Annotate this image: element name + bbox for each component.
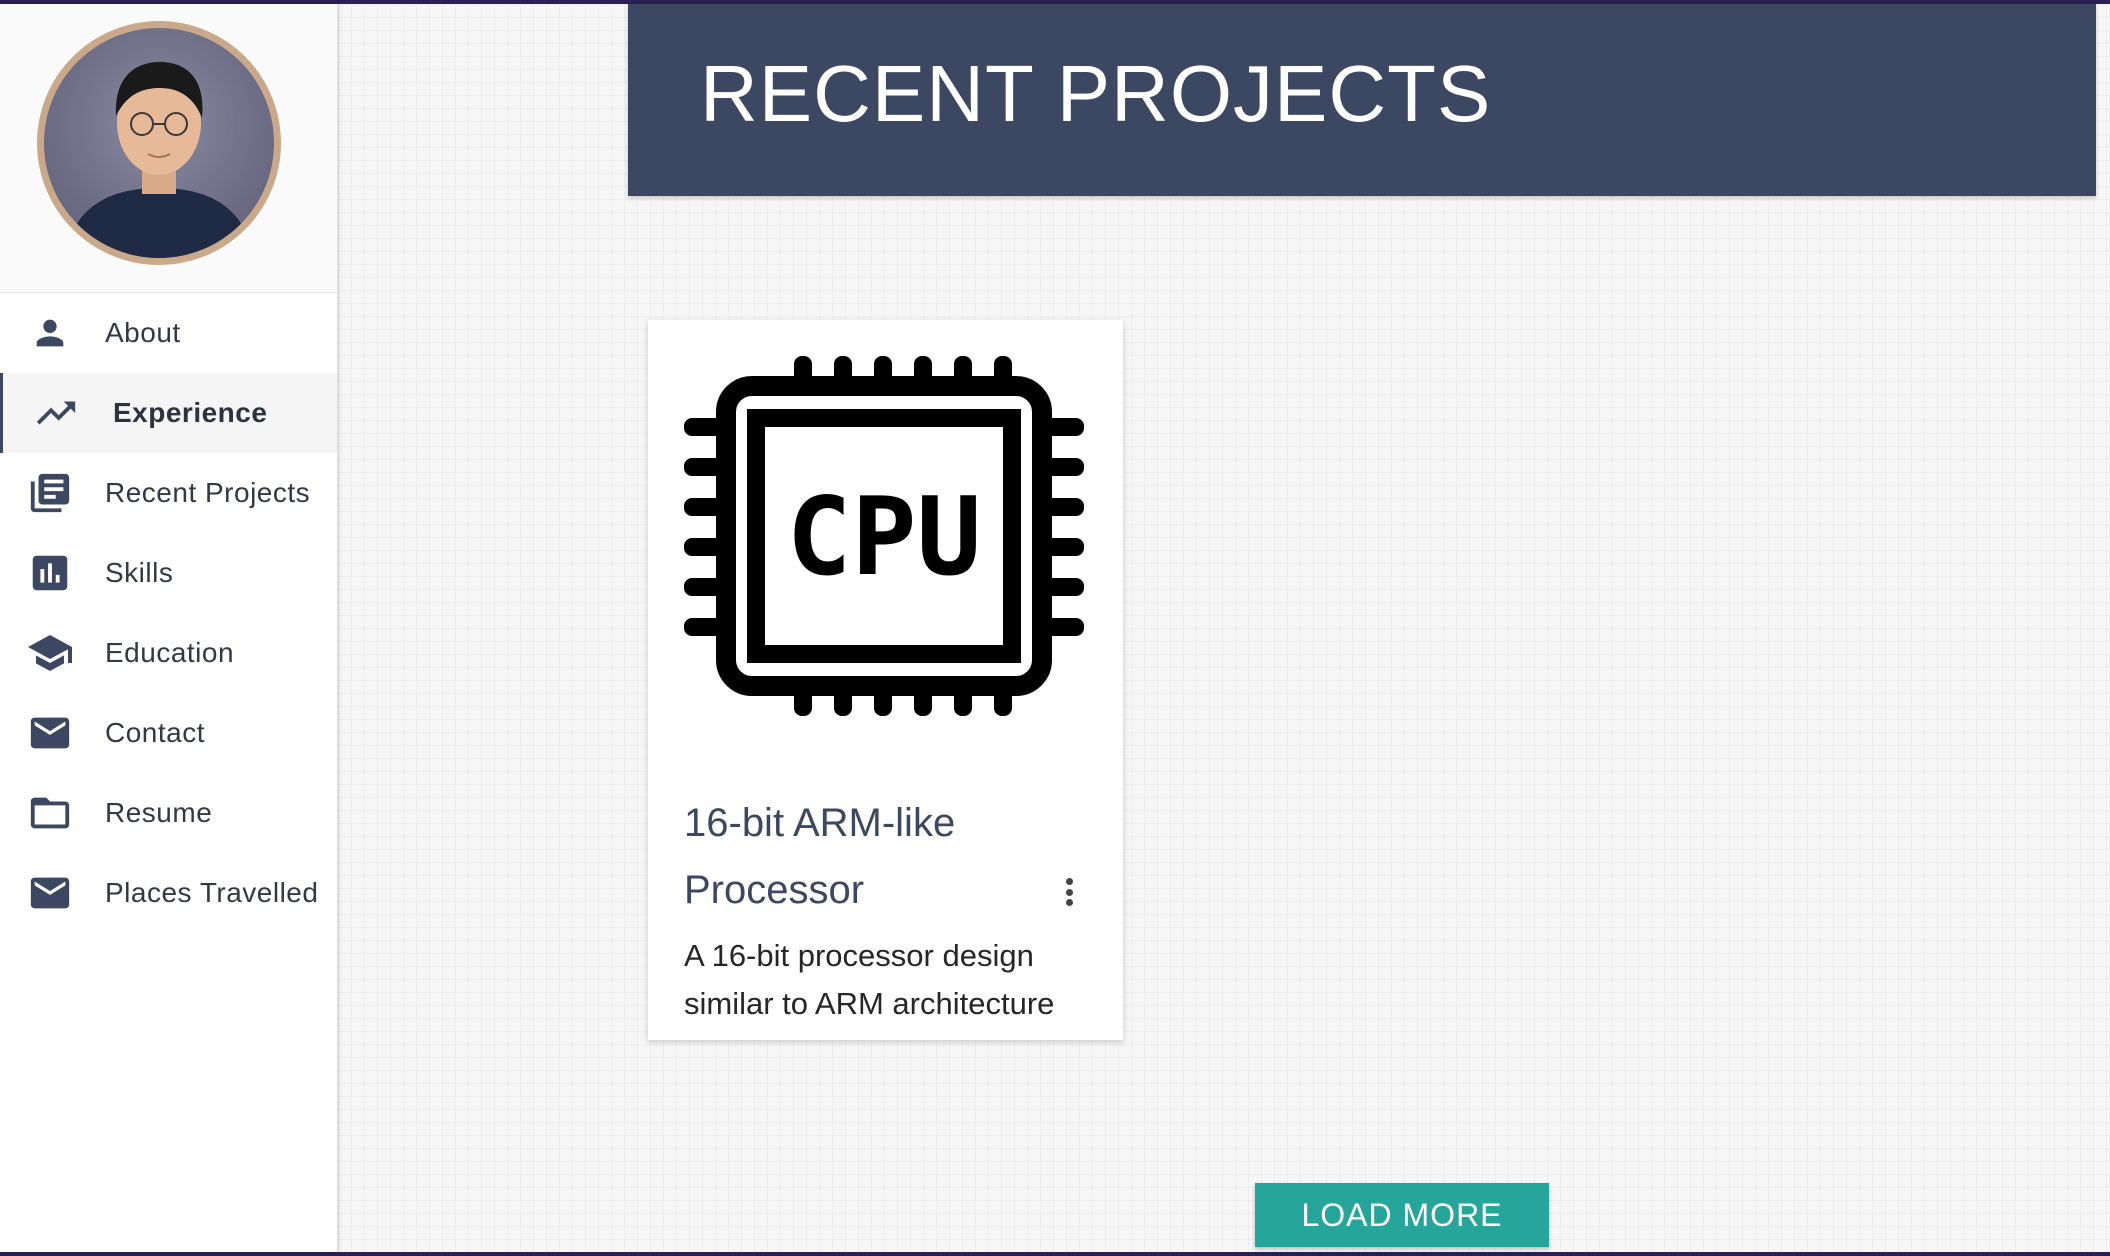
sidebar-item-places-travelled[interactable]: Places Travelled [0,853,337,933]
sidebar-item-label: Education [105,637,235,668]
library-books-icon [26,469,74,517]
more-vert-icon[interactable] [1054,872,1084,912]
sidebar-item-label: Recent Projects [105,477,311,508]
school-icon [26,629,74,677]
sidebar-item-label: About [105,317,181,348]
trending-up-icon [32,389,80,437]
avatar [37,21,281,265]
project-description: A 16-bit processor design similar to ARM… [684,938,1055,1021]
cpu-label: CPU [786,475,981,600]
profile-area [0,4,337,293]
page-header: RECENT PROJECTS [628,4,2096,196]
page: About Experience Recent Projects Skills [0,4,2110,1252]
sidebar-item-experience[interactable]: Experience [0,373,337,453]
sidebar-item-label: Contact [105,717,205,748]
mail-icon [26,869,74,917]
sidebar-item-label: Experience [113,397,268,428]
sidebar-item-recent-projects[interactable]: Recent Projects [0,453,337,533]
person-icon [26,309,74,357]
cpu-icon: CPU [684,356,1084,716]
sidebar-item-label: Places Travelled [105,877,319,908]
sidebar-item-skills[interactable]: Skills [0,533,337,613]
project-card[interactable]: CPU 16-bit ARM-like Processor A 16-bit p… [648,320,1123,1040]
sidebar-nav: About Experience Recent Projects Skills [0,293,337,933]
sidebar: About Experience Recent Projects Skills [0,4,337,1252]
mail-icon [26,709,74,757]
page-title: RECENT PROJECTS [700,49,1492,138]
sidebar-item-label: Skills [105,557,174,588]
project-title[interactable]: 16-bit ARM-like Processor [684,790,1044,924]
sidebar-item-contact[interactable]: Contact [0,693,337,773]
bar-chart-icon [26,549,74,597]
sidebar-item-education[interactable]: Education [0,613,337,693]
folder-icon [26,789,74,837]
load-more-button[interactable]: LOAD MORE [1255,1183,1549,1247]
sidebar-item-resume[interactable]: Resume [0,773,337,853]
sidebar-item-label: Resume [105,797,213,828]
sidebar-item-about[interactable]: About [0,293,337,373]
